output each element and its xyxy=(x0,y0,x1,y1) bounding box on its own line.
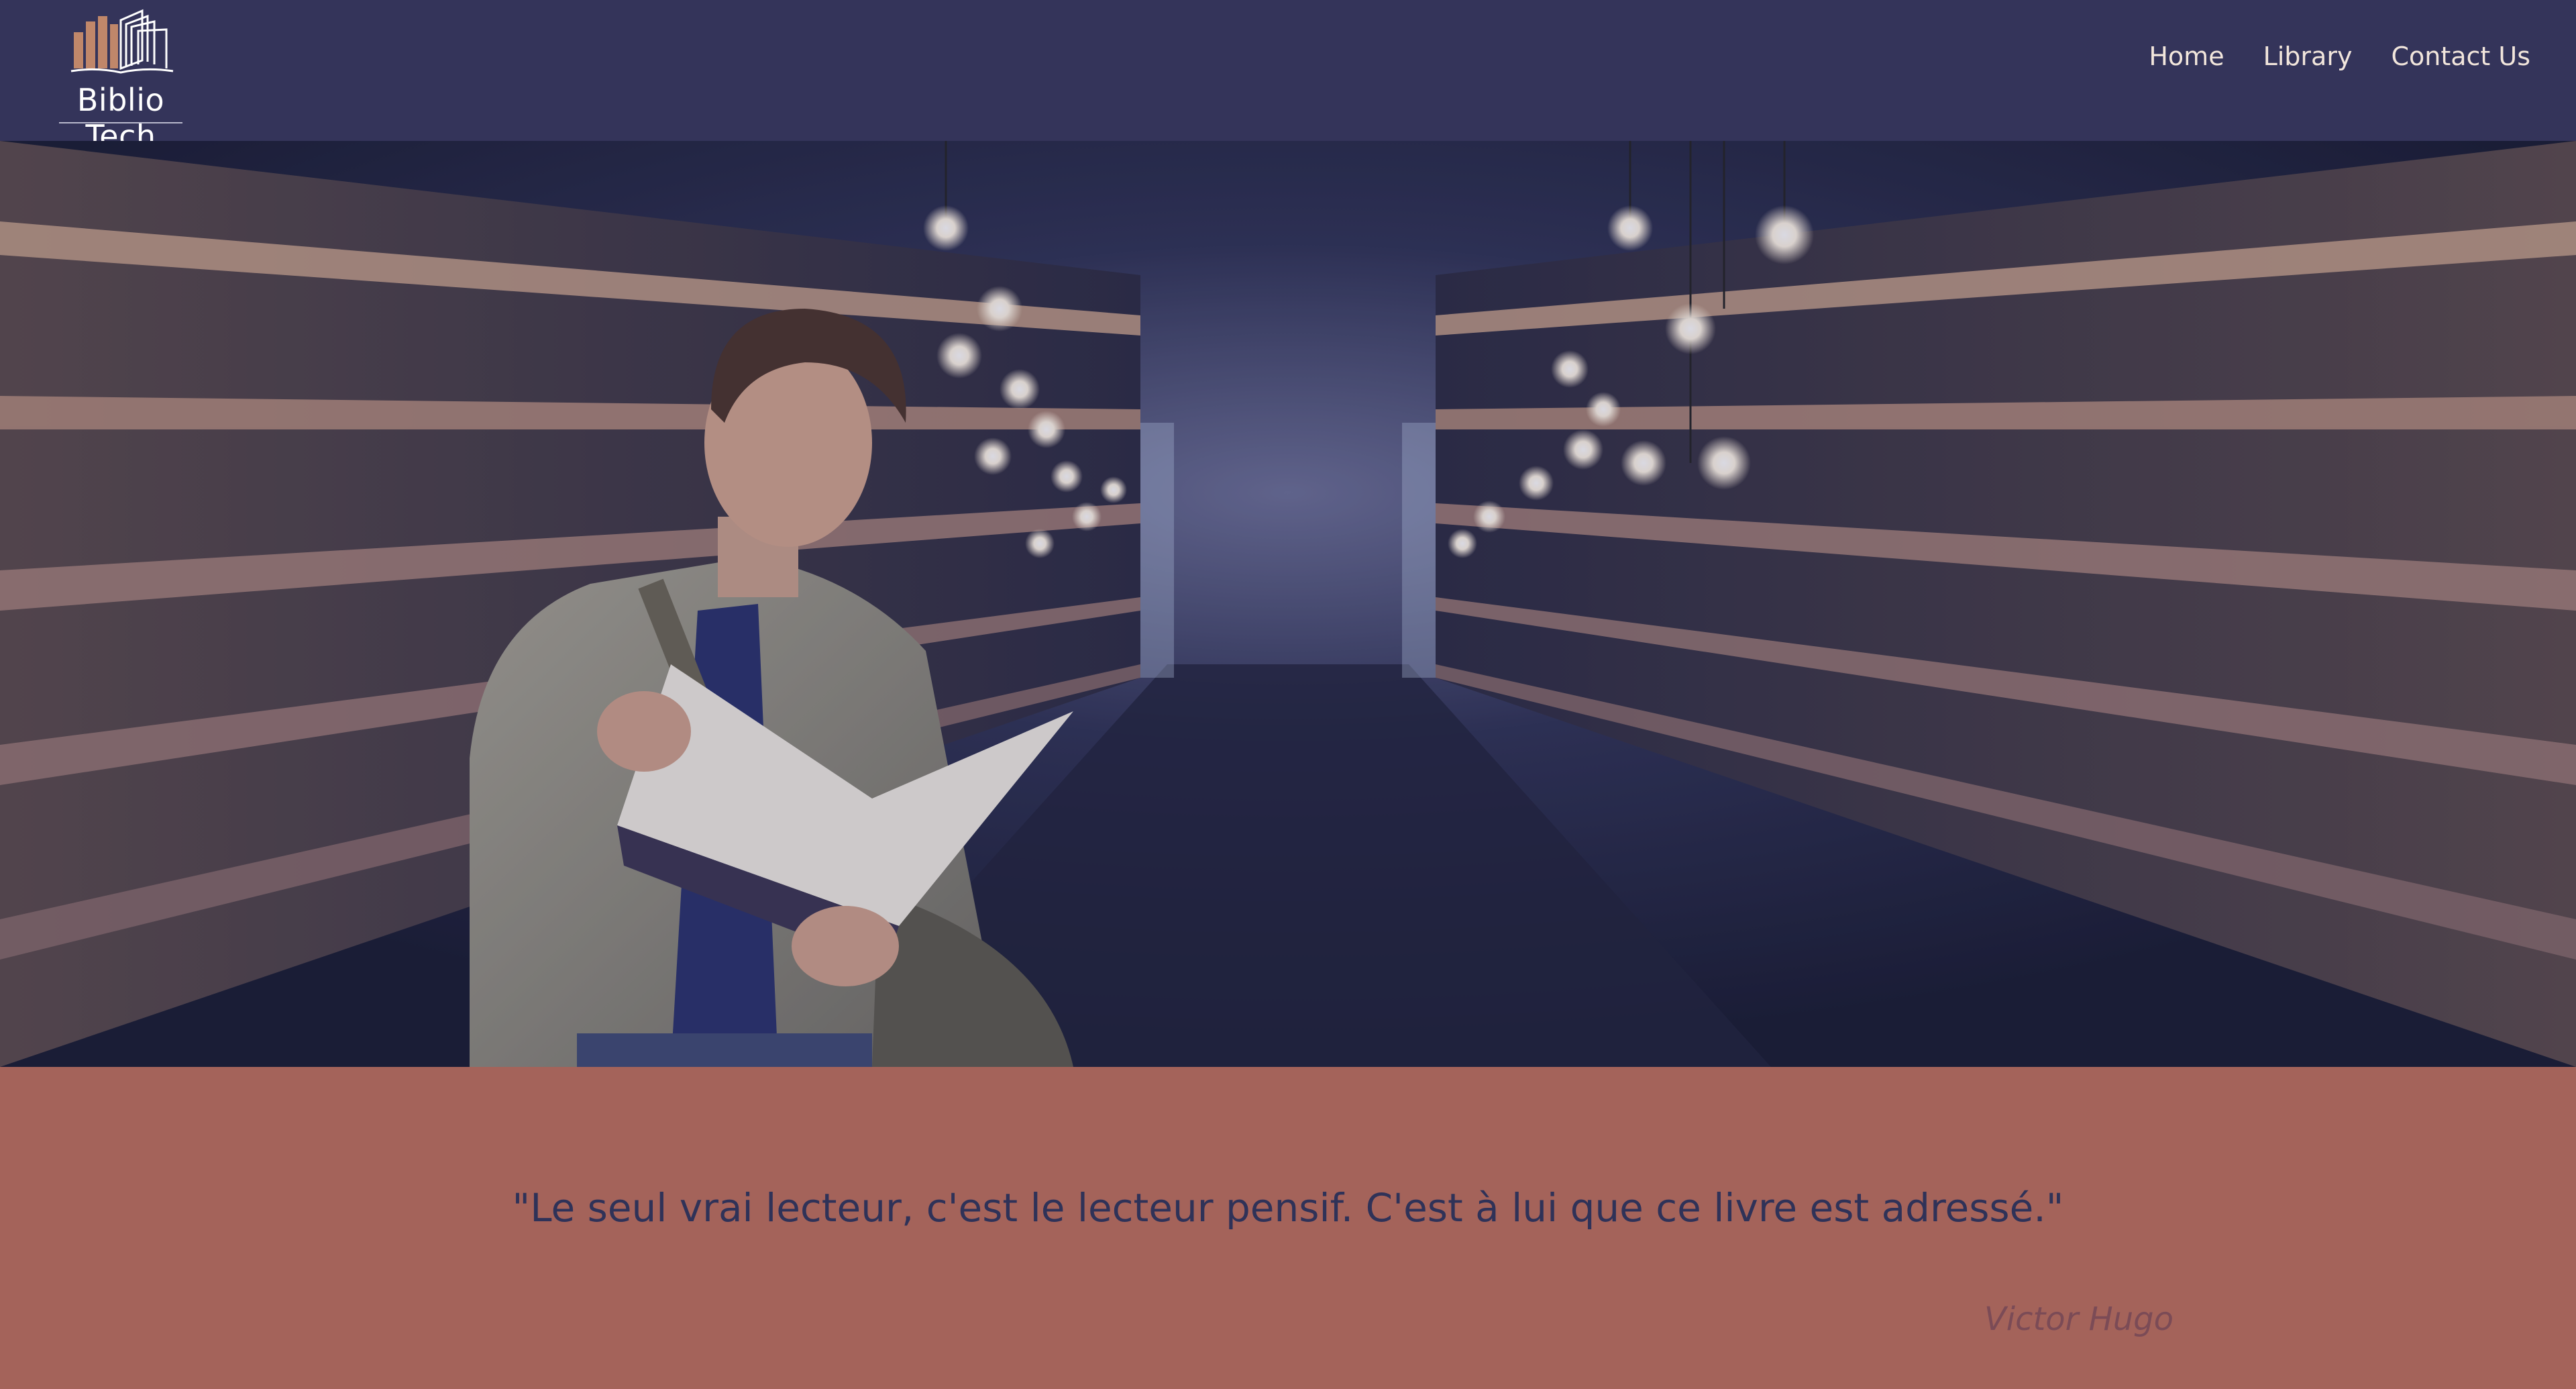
quote-section: "Le seul vrai lecteur, c'est le lecteur … xyxy=(0,1067,2576,1389)
quote-text: "Le seul vrai lecteur, c'est le lecteur … xyxy=(512,1185,2064,1231)
main-nav: Home Library Contact Us xyxy=(2149,42,2530,71)
hero-image xyxy=(0,141,2576,1067)
nav-library-link[interactable]: Library xyxy=(2263,42,2353,71)
site-header: Biblio Tech Home Library Contact Us xyxy=(0,0,2576,154)
nav-contact-link[interactable]: Contact Us xyxy=(2391,42,2530,71)
book-logo-icon xyxy=(70,9,174,74)
nav-home-link[interactable]: Home xyxy=(2149,42,2224,71)
site-logo[interactable]: Biblio Tech xyxy=(40,7,201,154)
logo-underline xyxy=(59,122,182,123)
library-scene-illustration xyxy=(0,141,2576,1067)
quote-author: Victor Hugo xyxy=(1984,1300,2174,1338)
